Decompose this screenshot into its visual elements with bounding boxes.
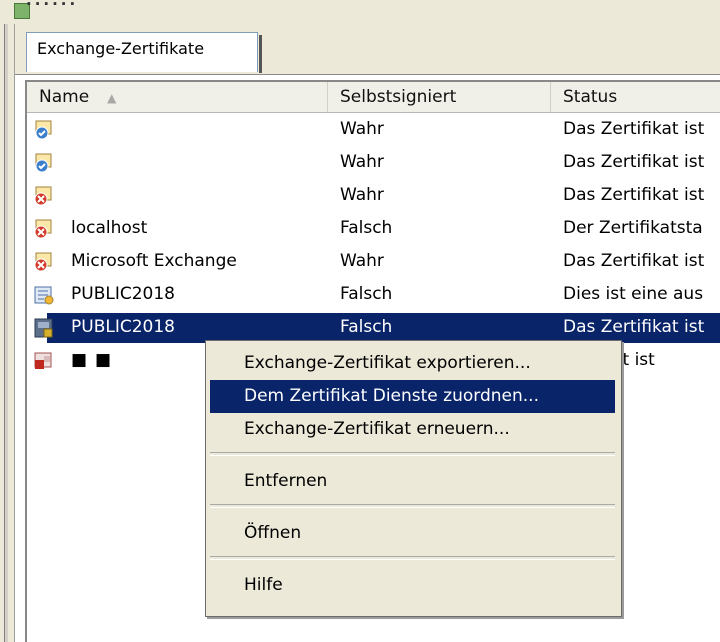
certificate-server-icon	[34, 318, 53, 338]
table-row[interactable]: PUBLIC2018 Falsch Dies ist eine aus	[27, 278, 720, 311]
menu-item-remove[interactable]: Entfernen	[210, 465, 615, 498]
table-row[interactable]: Microsoft Exchange Wahr Das Zertifikat i…	[27, 245, 720, 278]
window-title-bar: ......	[0, 0, 720, 25]
list-header: Name ▲ Selbstsigniert Status	[27, 82, 720, 113]
certificate-request-icon	[34, 286, 54, 305]
context-menu: Exchange-Zertifikat exportieren... Dem Z…	[205, 340, 622, 617]
menu-item-open[interactable]: Öffnen	[210, 517, 615, 550]
cell-name: Microsoft Exchange	[71, 251, 237, 271]
certificate-error-icon	[34, 252, 52, 272]
cell-selbstsigniert: Wahr	[340, 152, 384, 172]
column-header-status[interactable]: Status	[551, 82, 720, 112]
cell-name: PUBLIC2018	[71, 284, 175, 304]
tab-exchange-zertifikate[interactable]: Exchange-Zertifikate	[26, 32, 262, 73]
tab-label: Exchange-Zertifikate	[37, 39, 205, 58]
window-title: ......	[26, 0, 79, 9]
cell-status: Das Zertifikat ist	[563, 251, 705, 271]
menu-separator	[210, 556, 615, 560]
certificate-valid-icon	[35, 153, 52, 173]
menu-item-assign-services[interactable]: Dem Zertifikat Dienste zuordnen...	[210, 380, 615, 413]
left-pane-edge	[0, 24, 15, 642]
cell-selbstsigniert: Wahr	[340, 119, 384, 139]
sort-ascending-icon: ▲	[107, 91, 117, 105]
cell-name: PUBLIC2018	[71, 317, 175, 337]
certificate-valid-icon	[35, 120, 52, 140]
menu-item-export-certificate[interactable]: Exchange-Zertifikat exportieren...	[210, 347, 615, 380]
cell-selbstsigniert: Falsch	[340, 218, 393, 238]
cell-selbstsigniert: Wahr	[340, 185, 384, 205]
tab-strip: Exchange-Zertifikate	[15, 24, 720, 75]
table-row[interactable]: Wahr Das Zertifikat ist	[27, 179, 720, 212]
table-row[interactable]: localhost Falsch Der Zertifikatsta	[27, 212, 720, 245]
cell-status: Das Zertifikat ist	[563, 119, 705, 139]
table-row[interactable]: Wahr Das Zertifikat ist	[27, 113, 720, 146]
table-row[interactable]: Wahr Das Zertifikat ist	[27, 146, 720, 179]
cell-selbstsigniert: Falsch	[340, 284, 393, 304]
cell-status: Das Zertifikat ist	[563, 152, 705, 172]
cell-status: Dies ist eine aus	[563, 284, 704, 304]
certificate-error-icon	[34, 219, 52, 239]
column-header-selbstsigniert[interactable]: Selbstsigniert	[328, 82, 551, 112]
cell-name: localhost	[71, 218, 148, 238]
cell-selbstsigniert: Wahr	[340, 251, 384, 271]
certificate-error-icon	[34, 352, 52, 369]
menu-separator	[210, 504, 615, 508]
menu-separator	[210, 452, 615, 456]
cell-name: ■■	[71, 350, 120, 370]
menu-item-renew-certificate[interactable]: Exchange-Zertifikat erneuern...	[210, 413, 615, 446]
certificate-error-icon	[34, 186, 52, 206]
menu-item-help[interactable]: Hilfe	[210, 569, 615, 602]
cell-status: Der Zertifikatsta	[563, 218, 703, 238]
cell-status: Das Zertifikat ist	[563, 185, 705, 205]
column-header-name[interactable]: Name ▲	[27, 82, 328, 112]
